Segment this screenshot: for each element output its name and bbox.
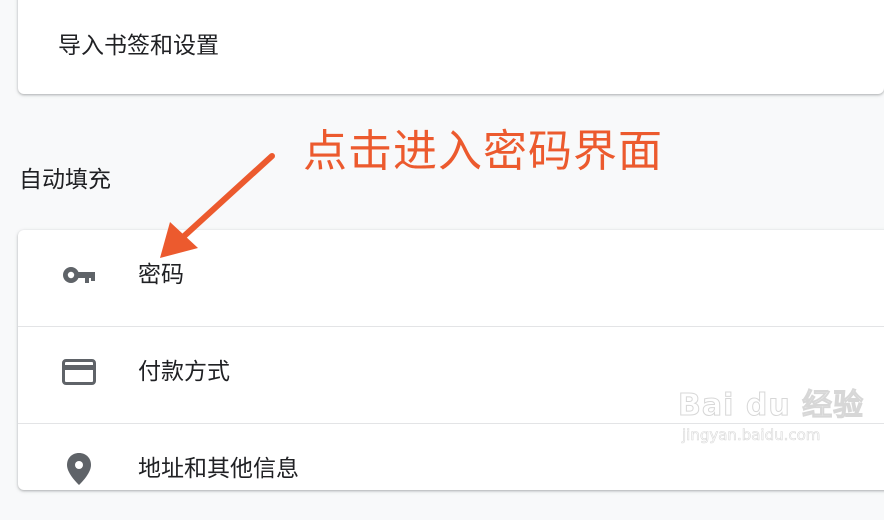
import-bookmarks-card[interactable]: 导入书签和设置	[18, 0, 884, 94]
annotation-text: 点击进入密码界面	[303, 126, 663, 177]
autofill-item-passwords[interactable]: 密码	[18, 230, 884, 326]
autofill-item-label: 地址和其他信息	[138, 456, 299, 482]
baidu-jingyan-watermark: Bai du 经验 jingyan.baidu.com	[674, 376, 874, 456]
location-pin-icon	[62, 452, 96, 486]
watermark-url: jingyan.baidu.com	[682, 426, 821, 445]
key-icon	[62, 258, 96, 292]
watermark-logo-text: Bai du 经验	[677, 388, 865, 424]
credit-card-icon	[62, 355, 96, 389]
autofill-section-title: 自动填充	[19, 167, 111, 193]
autofill-item-label: 密码	[138, 262, 184, 288]
import-bookmarks-label: 导入书签和设置	[58, 33, 219, 59]
autofill-item-label: 付款方式	[138, 359, 230, 385]
